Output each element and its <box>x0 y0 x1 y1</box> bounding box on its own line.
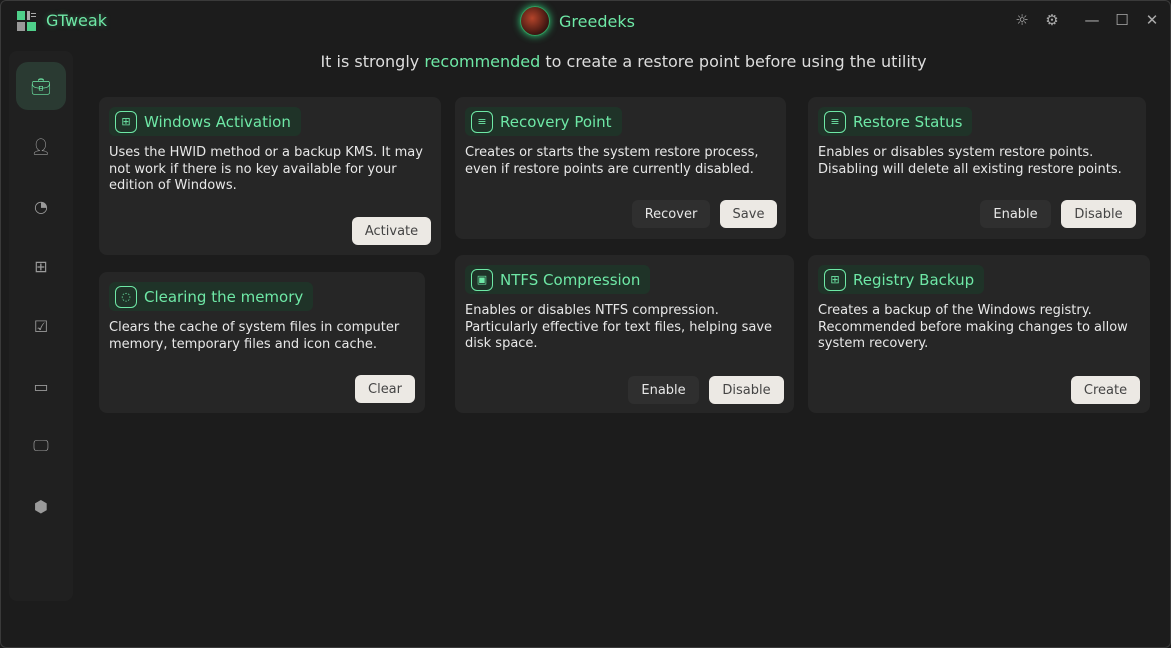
avatar[interactable] <box>520 6 550 36</box>
sidebar: 💼︎ 👤︎ ◔ ⊞ ☑ ▭ 🖵︎ ⬢ <box>9 51 73 601</box>
enable-ntfs-button[interactable]: Enable <box>628 376 699 404</box>
sidebar-item-info[interactable]: 🖵︎ <box>16 422 66 470</box>
card-description: Uses the HWID method or a backup KMS. It… <box>109 145 423 193</box>
trash-icon: ◌ <box>115 285 137 308</box>
close-button[interactable]: ✕ <box>1142 11 1162 29</box>
card-title-text: NTFS Compression <box>500 270 641 289</box>
card-registry-backup: ⊞ Registry Backup Creates a backup of the… <box>808 255 1150 413</box>
card-windows-activation: ⊞ Windows Activation Uses the HWID method… <box>99 97 441 255</box>
drive-icon: ▭ <box>33 376 49 396</box>
sidebar-item-more[interactable]: ⬢ <box>16 482 66 530</box>
card-ntfs-compression: ▣ NTFS Compression Enables or disables NT… <box>455 255 794 413</box>
card-title-text: Windows Activation <box>144 112 291 131</box>
app-logo <box>17 11 36 31</box>
theme-toggle-icon[interactable]: ☼ <box>1012 11 1032 29</box>
app-title: GTweak <box>46 11 107 30</box>
card-title-text: Recovery Point <box>500 112 612 131</box>
restore-warning-banner: It is strongly recommended to create a r… <box>1 52 1171 71</box>
card-title: ≡ Restore Status <box>818 107 973 136</box>
card-description: Enables or disables NTFS compression. Pa… <box>465 303 773 351</box>
shield-windows-icon: ⊞ <box>115 110 137 133</box>
card-title-text: Restore Status <box>853 112 963 131</box>
activate-button[interactable]: Activate <box>352 217 431 245</box>
card-title-text: Registry Backup <box>853 270 975 289</box>
banner-text-end: to create a restore point before using t… <box>540 52 927 71</box>
create-backup-button[interactable]: Create <box>1071 376 1140 404</box>
sidebar-item-apps[interactable]: ⊞ <box>16 242 66 290</box>
database-icon: ≡ <box>471 110 493 133</box>
maximize-button[interactable]: ☐ <box>1112 11 1132 29</box>
sidebar-item-interface[interactable]: ◔ <box>16 182 66 230</box>
app-window: GTweak Greedeks ☼ ⚙ — ☐ ✕ It is strongly… <box>0 0 1171 648</box>
card-description: Enables or disables system restore point… <box>818 145 1122 177</box>
database-gear-icon: ≡ <box>824 110 846 133</box>
checklist-icon: ☑ <box>33 316 49 336</box>
card-description: Creates a backup of the Windows registry… <box>818 303 1128 351</box>
settings-icon[interactable]: ⚙ <box>1042 11 1062 29</box>
sidebar-item-services[interactable]: ☑ <box>16 302 66 350</box>
save-button[interactable]: Save <box>720 200 777 228</box>
card-title: ⊞ Registry Backup <box>818 265 985 294</box>
minimize-button[interactable]: — <box>1082 11 1102 29</box>
card-title: ◌ Clearing the memory <box>109 282 314 311</box>
card-clearing-memory: ◌ Clearing the memory Clears the cache of… <box>99 272 425 413</box>
banner-text: It is strongly <box>320 52 425 71</box>
sidebar-item-confidentiality[interactable]: 👤︎ <box>16 122 66 170</box>
disable-ntfs-button[interactable]: Disable <box>709 376 784 404</box>
disable-restore-button[interactable]: Disable <box>1061 200 1136 228</box>
sidebar-item-system[interactable]: ▭ <box>16 362 66 410</box>
user-lock-icon: 👤︎ <box>30 136 52 156</box>
card-description: Clears the cache of system files in comp… <box>109 320 400 352</box>
apps-icon: ⊞ <box>34 256 48 276</box>
card-restore-status: ≡ Restore Status Enables or disables syst… <box>808 97 1146 239</box>
registry-icon: ⊞ <box>824 268 846 291</box>
banner-highlight: recommended <box>424 52 541 71</box>
sidebar-item-tools[interactable]: 💼︎ <box>16 62 66 110</box>
enable-restore-button[interactable]: Enable <box>980 200 1051 228</box>
card-title: ≡ Recovery Point <box>465 107 622 136</box>
clear-button[interactable]: Clear <box>355 375 415 403</box>
puzzle-icon: ⬢ <box>34 496 48 516</box>
card-title: ⊞ Windows Activation <box>109 107 301 136</box>
card-title-text: Clearing the memory <box>144 287 304 306</box>
username: Greedeks <box>559 11 635 31</box>
chip-icon: ▣ <box>471 268 493 291</box>
palette-icon: ◔ <box>34 196 48 216</box>
user-profile[interactable]: Greedeks <box>520 6 635 36</box>
card-title: ▣ NTFS Compression <box>465 265 651 294</box>
monitor-icon: 🖵︎ <box>33 436 49 455</box>
card-recovery-point: ≡ Recovery Point Creates or starts the sy… <box>455 97 786 239</box>
recover-button[interactable]: Recover <box>632 200 710 228</box>
card-description: Creates or starts the system restore pro… <box>465 145 759 177</box>
briefcase-icon: 💼︎ <box>30 76 52 96</box>
